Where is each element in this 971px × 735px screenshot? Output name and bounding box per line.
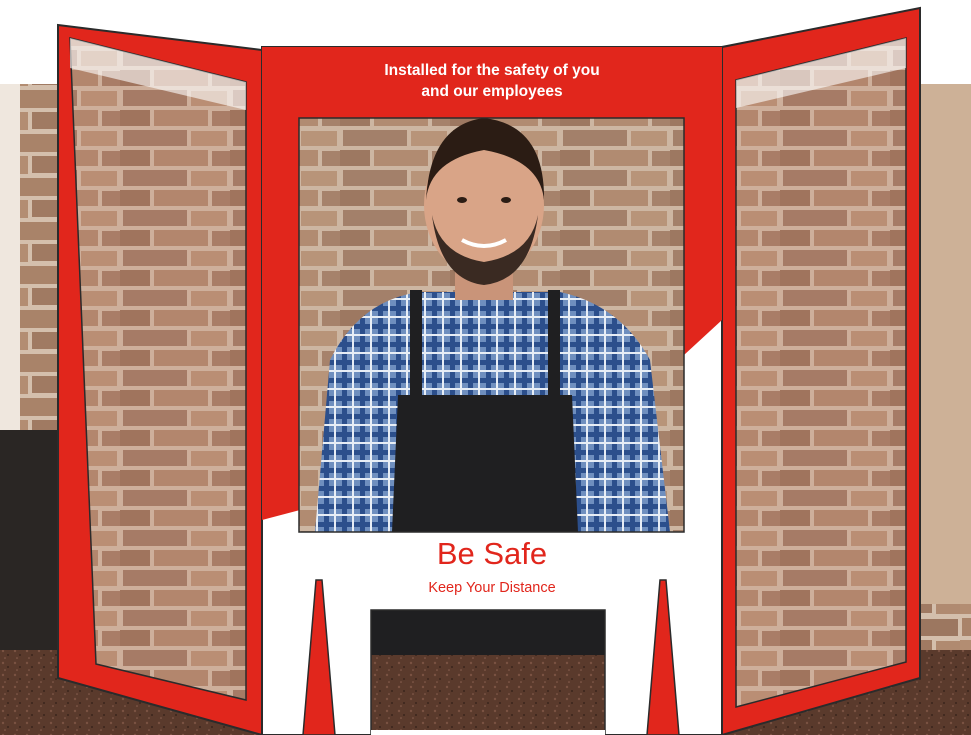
- sneeze-guard-illustration: [0, 6, 971, 735]
- sign-headline: Installed for the safety of you and our …: [262, 60, 722, 102]
- staff-photo: [299, 118, 684, 532]
- headline-line-2: and our employees: [421, 83, 563, 100]
- right-swing-panel: [721, 6, 921, 735]
- sign-title: Be Safe: [436, 536, 548, 571]
- headline-line-1: Installed for the safety of you: [384, 62, 600, 79]
- sign-subtitle: Keep Your Distance: [428, 580, 556, 596]
- counter-photo: [371, 610, 605, 735]
- left-swing-panel: [57, 23, 263, 735]
